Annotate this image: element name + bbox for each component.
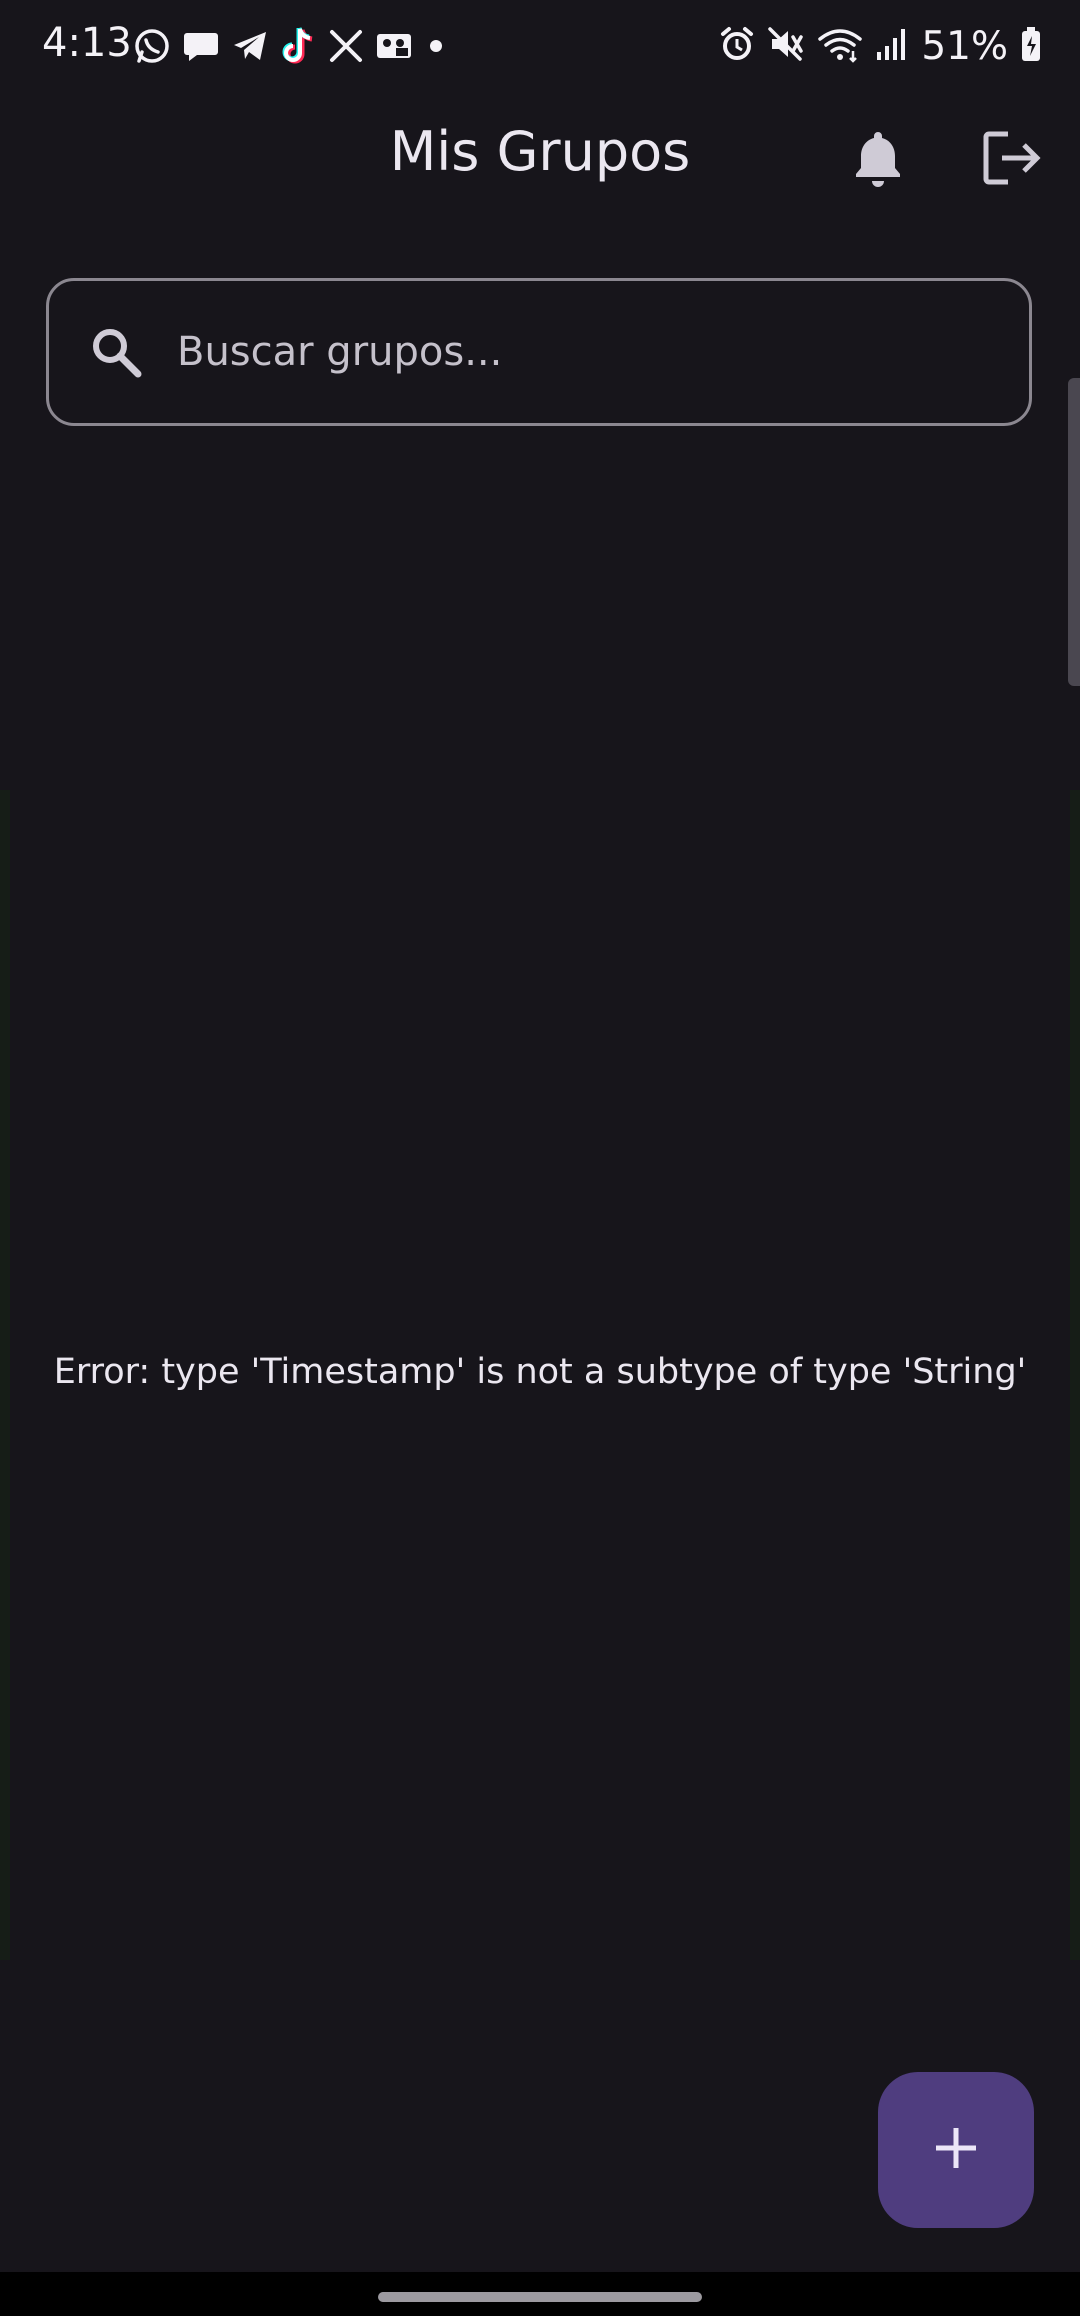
bell-icon <box>851 128 905 192</box>
system-icons: 51% <box>719 20 1042 72</box>
tiktok-icon <box>280 25 318 67</box>
navigation-bar <box>0 2272 1080 2316</box>
battery-percentage: 51% <box>921 23 1008 69</box>
plus-icon <box>932 2124 980 2176</box>
search-icon <box>85 321 147 383</box>
voicemail-icon <box>374 28 414 64</box>
notifications-button[interactable] <box>830 112 926 208</box>
wifi-icon <box>817 25 863 67</box>
dot-icon <box>424 34 448 58</box>
home-gesture-handle[interactable] <box>378 2292 702 2302</box>
message-icon <box>182 27 220 65</box>
search-field[interactable] <box>46 278 1032 426</box>
logout-icon <box>982 130 1042 190</box>
x-icon <box>328 28 364 64</box>
battery-charging-icon <box>1020 25 1042 67</box>
groups-list-area: Error: type 'Timestamp' is not a subtype… <box>0 790 1080 1960</box>
alarm-icon <box>719 25 755 67</box>
whatsapp-icon <box>132 26 172 66</box>
add-group-button[interactable] <box>878 2072 1034 2228</box>
notification-icons <box>132 22 448 70</box>
app-bar: Mis Grupos <box>0 92 1080 220</box>
mute-icon <box>767 25 805 67</box>
signal-icon <box>875 26 909 66</box>
logout-button[interactable] <box>964 112 1060 208</box>
status-bar: 4:13 51% <box>0 0 1080 92</box>
scrollbar-thumb[interactable] <box>1068 378 1080 686</box>
error-message: Error: type 'Timestamp' is not a subtype… <box>53 1352 1027 1392</box>
telegram-icon <box>230 26 270 66</box>
status-time: 4:13 <box>42 20 132 66</box>
app-screen: 4:13 51% Mis Grupos Buscar grupos... Err… <box>0 0 1080 2316</box>
search-input[interactable] <box>175 280 1029 424</box>
